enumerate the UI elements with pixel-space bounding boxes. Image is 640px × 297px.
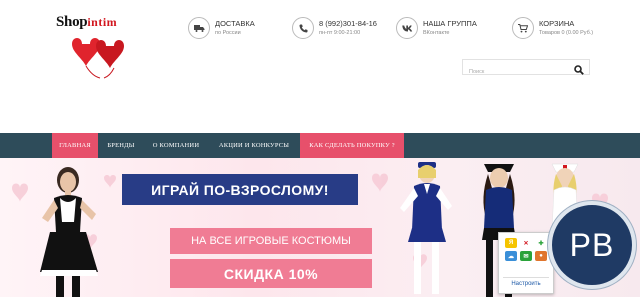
nav-item-how-to-buy[interactable]: КАК СДЕЛАТЬ ПОКУПКУ ? <box>300 133 404 158</box>
nav-item-brands[interactable]: БРЕНДЫ <box>98 133 144 158</box>
plus-icon[interactable]: ✚ <box>535 238 547 248</box>
vk-group-info[interactable]: НАША ГРУППА ВКонтакте <box>396 14 477 42</box>
truck-icon <box>188 17 210 39</box>
phone-number: 8 (992)301-84-16 <box>319 18 377 28</box>
search-icon[interactable] <box>574 62 584 80</box>
group-subtitle: ВКонтакте <box>423 29 450 36</box>
banner-promo-line: НА ВСЕ ИГРОВЫЕ КОСТЮМЫ <box>170 228 372 254</box>
bookmark-icon[interactable]: ✕ <box>520 238 532 248</box>
phone-info[interactable]: 8 (992)301-84-16 пн-пт 9:00-21:00 <box>292 14 377 42</box>
configure-button[interactable]: Настроить <box>503 277 549 289</box>
site-logo[interactable]: Shopintim <box>56 12 146 79</box>
vk-icon <box>396 17 418 39</box>
banner-headline: ИГРАЙ ПО-ВЗРОСЛОМУ! <box>122 174 358 205</box>
market-icon[interactable]: ● <box>535 251 547 261</box>
nav-item-home[interactable]: ГЛАВНАЯ <box>52 133 98 158</box>
group-title: НАША ГРУППА <box>423 18 477 28</box>
mail-icon[interactable]: ✉ <box>520 251 532 261</box>
yandex-icon[interactable]: Я <box>505 238 517 248</box>
cart-icon <box>512 17 534 39</box>
phone-icon <box>292 17 314 39</box>
main-nav: ГЛАВНАЯ БРЕНДЫ О КОМПАНИИ АКЦИИ И КОНКУР… <box>0 133 640 158</box>
banner-discount: СКИДКА 10% <box>170 259 372 288</box>
hearts-logo-icon <box>72 38 124 79</box>
share-settings-widget: Я ✕ ✚ ☁ ✉ ● Настроить <box>498 232 554 294</box>
delivery-info[interactable]: ДОСТАВКА по России <box>188 14 255 42</box>
stewardess-costume-model-image <box>400 162 452 294</box>
cart-title: КОРЗИНА <box>539 18 575 28</box>
nav-item-about[interactable]: О КОМПАНИИ <box>144 133 208 158</box>
search-input[interactable] <box>463 65 571 79</box>
weather-icon[interactable]: ☁ <box>505 251 517 261</box>
logo-text: Shopintim <box>56 14 118 30</box>
rb-watermark-badge: PB <box>548 201 636 289</box>
nav-item-promotions[interactable]: АКЦИИ И КОНКУРСЫ <box>208 133 300 158</box>
delivery-subtitle: по России <box>215 29 241 36</box>
search-box <box>462 59 590 79</box>
maid-costume-model-image <box>40 167 98 297</box>
cart-summary: Товаров 0 (0.00 Руб.) <box>539 29 594 36</box>
phone-hours: пн-пт 9:00-21:00 <box>319 29 361 36</box>
cart-info[interactable]: КОРЗИНА Товаров 0 (0.00 Руб.) <box>512 14 593 42</box>
delivery-title: ДОСТАВКА <box>215 18 255 28</box>
